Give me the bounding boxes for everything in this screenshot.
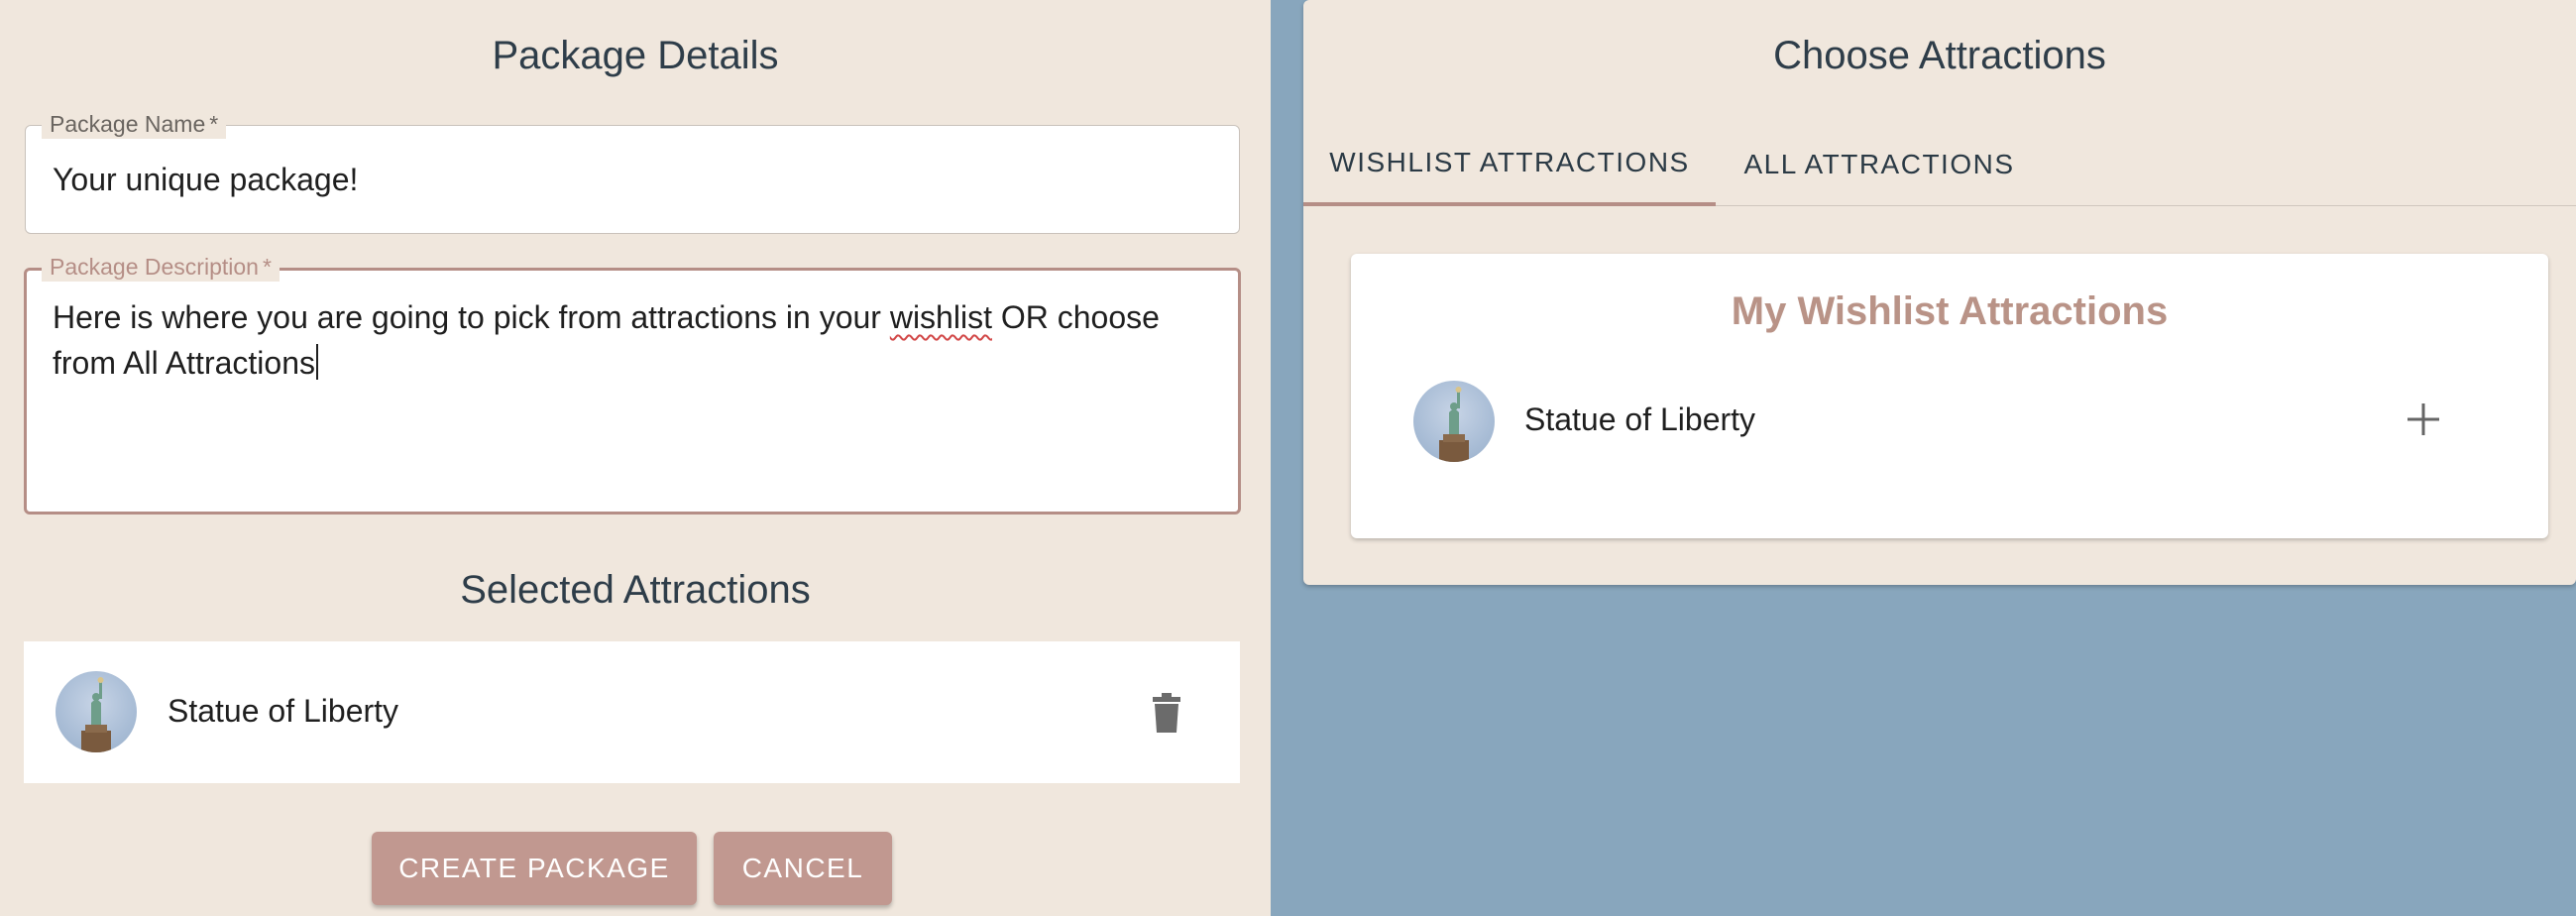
tab-wishlist-attractions[interactable]: WISHLIST ATTRACTIONS <box>1303 123 1716 206</box>
selected-attraction-item: Statue of Liberty <box>24 641 1240 783</box>
choose-attractions-title: Choose Attractions <box>1773 34 2106 77</box>
package-details-panel: Package Details Package Name * Your uniqu… <box>0 0 1271 916</box>
selected-attraction-name: Statue of Liberty <box>168 693 399 729</box>
text-caret <box>315 344 318 380</box>
selected-attractions-title: Selected Attractions <box>460 568 811 612</box>
package-description-label: Package Description * <box>42 252 280 282</box>
spellcheck-flagged-word: wishlist <box>889 299 992 335</box>
wishlist-attractions-card: My Wishlist Attractions Statue of Libert… <box>1351 254 2548 538</box>
statue-of-liberty-avatar <box>1413 381 1495 462</box>
create-package-button[interactable]: CREATE PACKAGE <box>372 832 697 905</box>
tab-all-attractions[interactable]: ALL ATTRACTIONS <box>1716 123 2043 206</box>
wishlist-title: My Wishlist Attractions <box>1731 289 2169 333</box>
wishlist-attraction-name: Statue of Liberty <box>1524 401 1756 437</box>
package-name-value[interactable]: Your unique package! <box>53 157 358 202</box>
package-details-title: Package Details <box>492 34 779 77</box>
package-description-value[interactable]: Here is where you are going to pick from… <box>53 294 1208 386</box>
cancel-button[interactable]: CANCEL <box>714 832 892 905</box>
package-name-field[interactable]: Package Name * Your unique package! <box>25 109 1240 234</box>
package-description-field[interactable]: Package Description * Here is where you a… <box>24 252 1241 515</box>
attraction-tabs: WISHLIST ATTRACTIONS ALL ATTRACTIONS <box>1303 123 2576 206</box>
statue-of-liberty-avatar <box>56 671 137 752</box>
choose-attractions-panel: Choose Attractions WISHLIST ATTRACTIONS … <box>1303 0 2576 585</box>
package-name-label: Package Name * <box>42 109 227 139</box>
trash-icon[interactable] <box>1151 693 1182 738</box>
plus-icon[interactable] <box>2407 402 2440 441</box>
